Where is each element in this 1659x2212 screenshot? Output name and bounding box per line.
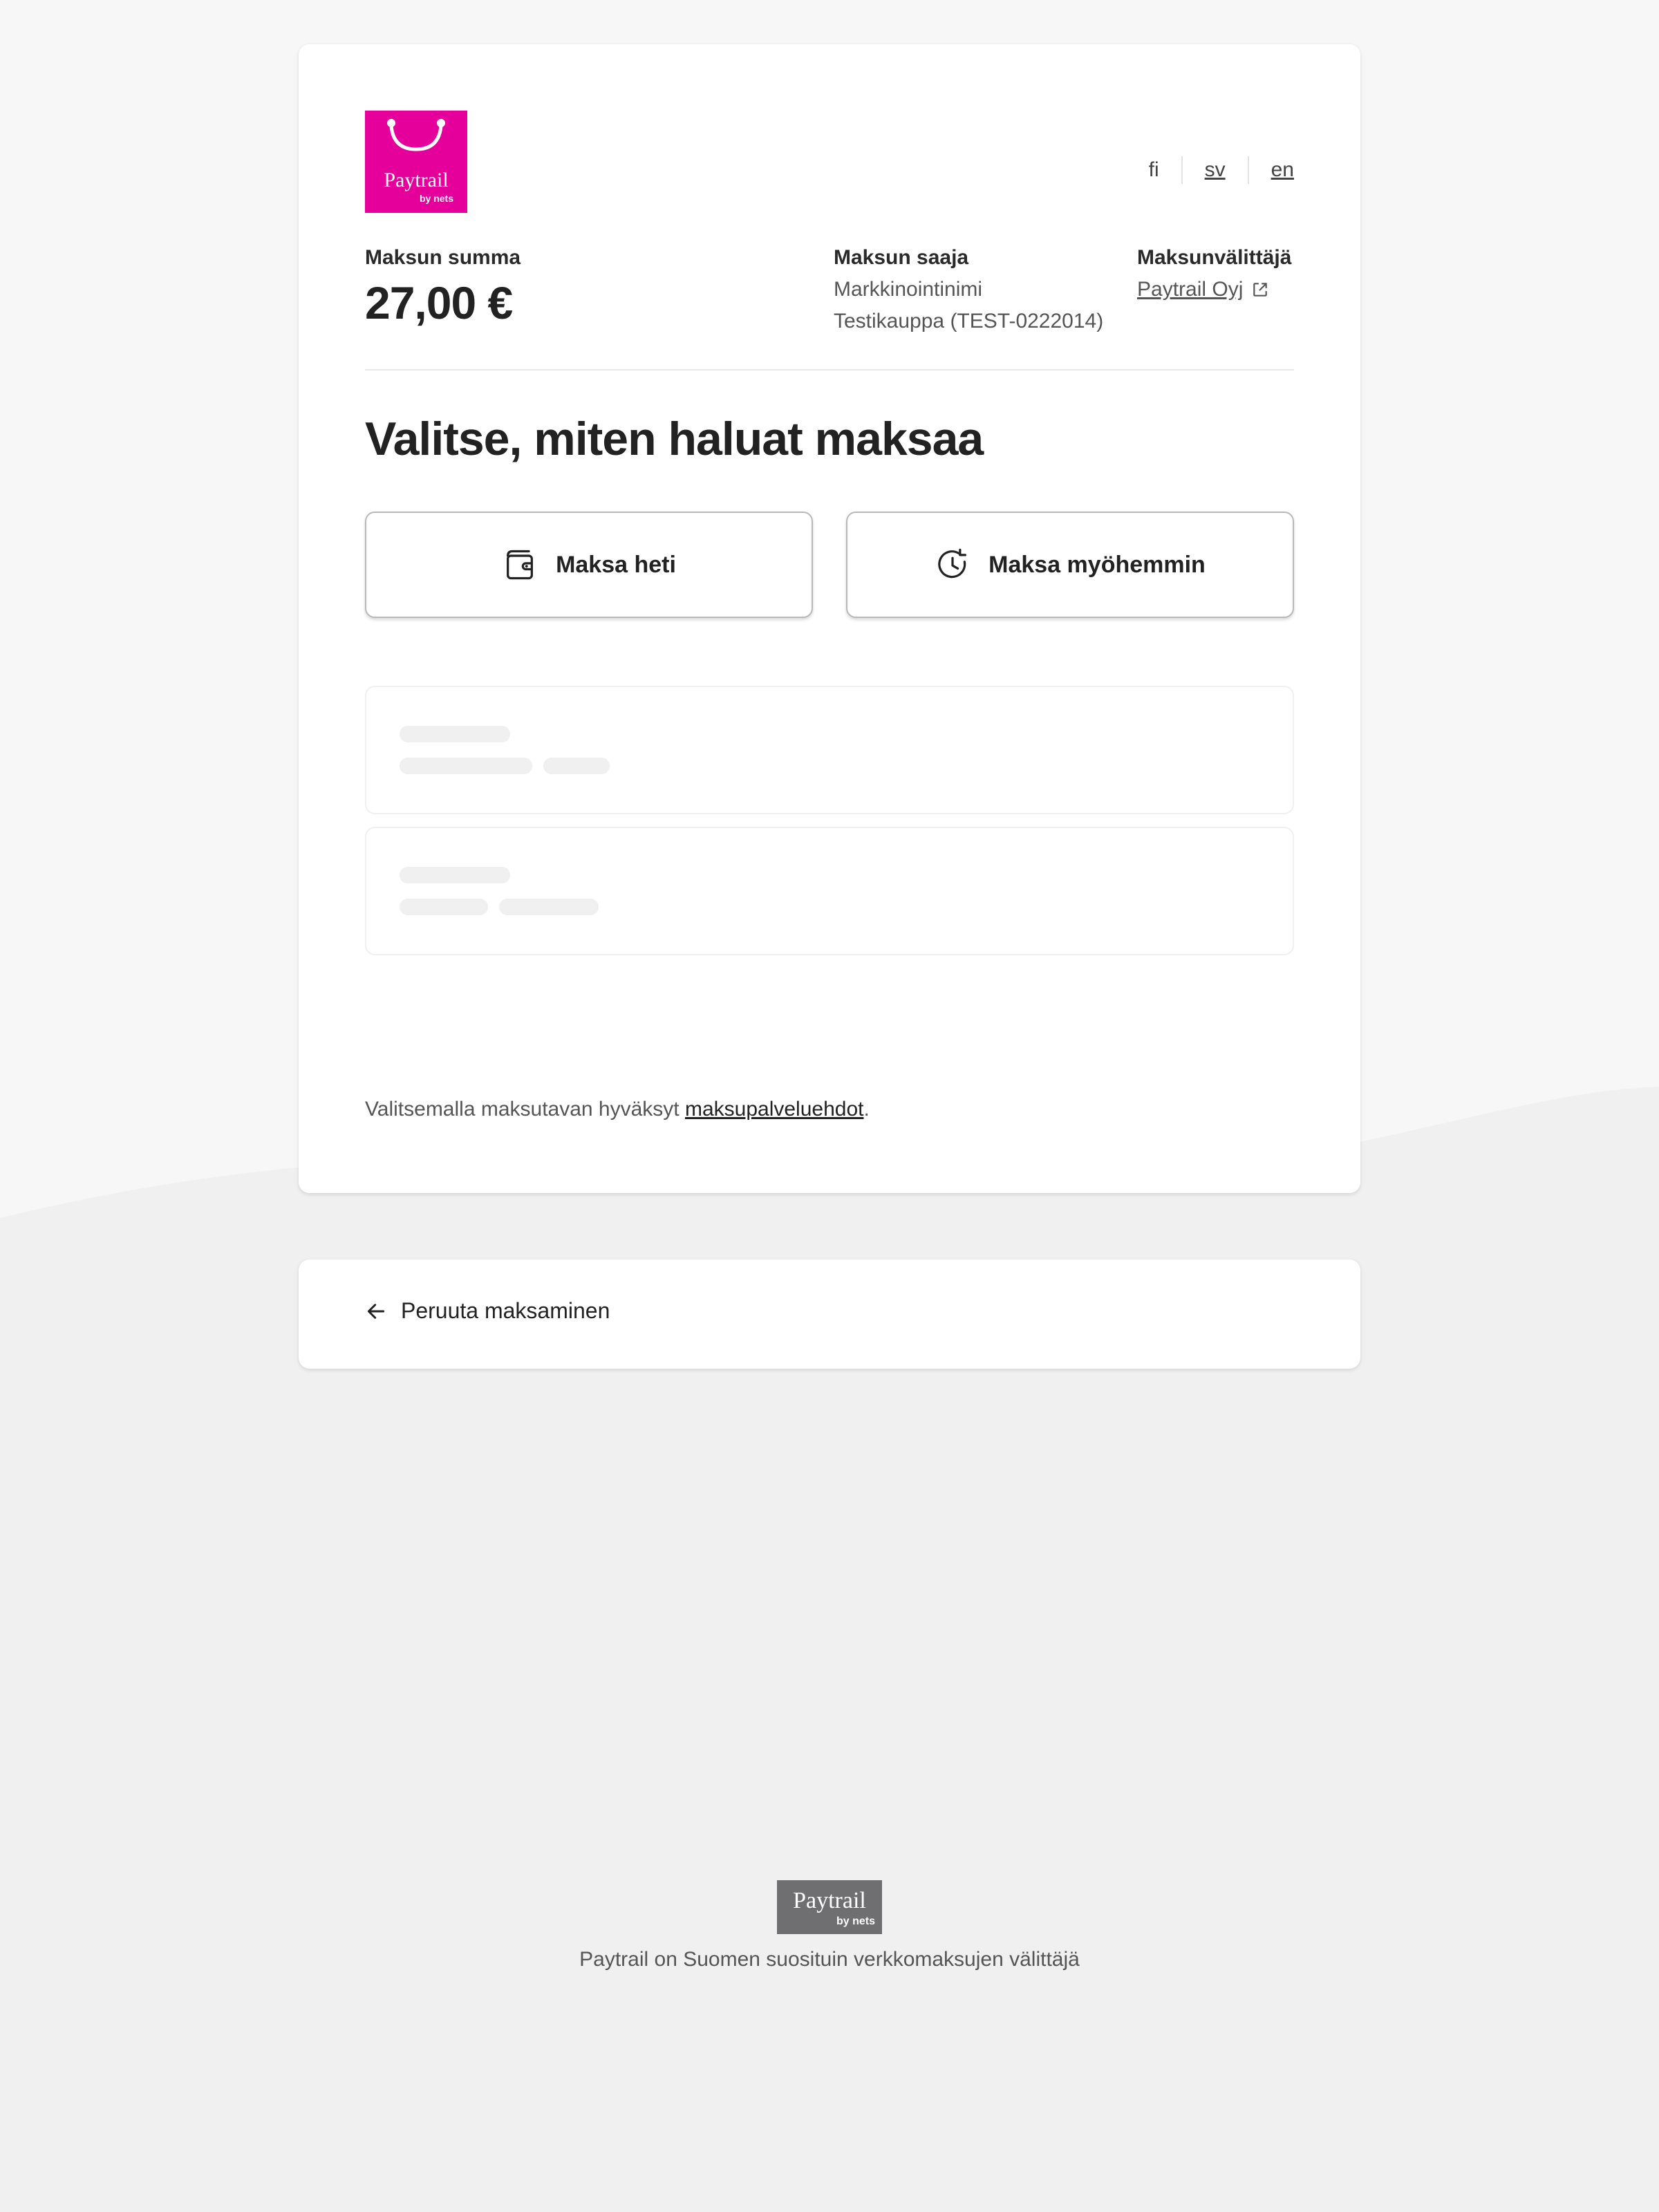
payment-card: Paytrail by nets fi sv en Maksun summa 2… — [299, 44, 1360, 1193]
payee-section: Maksun saaja Markkinointinimi Testikaupp… — [834, 246, 1103, 337]
svg-text:by nets: by nets — [836, 1915, 875, 1927]
lang-sv[interactable]: sv — [1181, 156, 1248, 184]
payee-detail: Testikauppa (TEST-0222014) — [834, 310, 1104, 332]
loading-placeholder — [365, 827, 1294, 955]
payee-label: Maksun saaja — [834, 246, 969, 269]
cancel-payment-label: Peruuta maksaminen — [401, 1298, 610, 1323]
skeleton-bar — [400, 867, 510, 883]
skeleton-bar — [400, 899, 488, 915]
language-switcher: fi sv en — [1149, 156, 1294, 184]
svg-text:by nets: by nets — [420, 193, 453, 204]
svg-text:Paytrail: Paytrail — [793, 1888, 866, 1913]
skeleton-bar — [499, 899, 599, 915]
pay-now-label: Maksa heti — [556, 551, 676, 578]
terms-link[interactable]: maksupalveluehdot — [685, 1098, 864, 1121]
footer-paytrail-logo: Paytrail by nets — [777, 1880, 882, 1934]
broker-label: Maksunvälittäjä — [1137, 246, 1292, 269]
pay-later-label: Maksa myöhemmin — [988, 551, 1206, 578]
terms-notice: Valitsemalla maksutavan hyväksyt maksupa… — [365, 1098, 870, 1121]
skeleton-bar — [543, 758, 610, 774]
footer-tagline: Paytrail on Suomen suosituin verkkomaksu… — [579, 1948, 1080, 1971]
arrow-left-icon — [367, 1303, 385, 1319]
skeleton-bar — [400, 758, 532, 774]
lang-fi[interactable]: fi — [1149, 156, 1181, 184]
page-title: Valitse, miten haluat maksaa — [365, 413, 984, 465]
skeleton-bar — [400, 726, 510, 742]
pay-now-button[interactable]: Maksa heti — [365, 512, 813, 618]
amount-label: Maksun summa — [365, 246, 521, 269]
external-link-icon — [1253, 283, 1268, 297]
payee-name: Markkinointinimi — [834, 278, 983, 301]
wallet-icon — [507, 550, 534, 580]
paytrail-logo: Paytrail by nets — [365, 111, 467, 213]
broker-link[interactable]: Paytrail Oyj — [1137, 278, 1243, 301]
payment-amount: 27,00 € — [365, 277, 513, 328]
svg-text:Paytrail: Paytrail — [384, 169, 448, 191]
cancel-card: Peruuta maksaminen — [299, 1259, 1360, 1369]
lang-en[interactable]: en — [1247, 156, 1294, 184]
cancel-payment-button[interactable]: Peruuta maksaminen — [365, 1298, 610, 1324]
clock-refresh-icon — [938, 548, 967, 579]
divider — [365, 369, 1294, 371]
terms-prefix: Valitsemalla maksutavan hyväksyt — [365, 1098, 685, 1121]
terms-suffix: . — [863, 1098, 870, 1121]
broker-section: Maksunvälittäjä Paytrail Oyj — [1137, 246, 1291, 301]
pay-later-button[interactable]: Maksa myöhemmin — [846, 512, 1294, 618]
loading-placeholder — [365, 686, 1294, 814]
